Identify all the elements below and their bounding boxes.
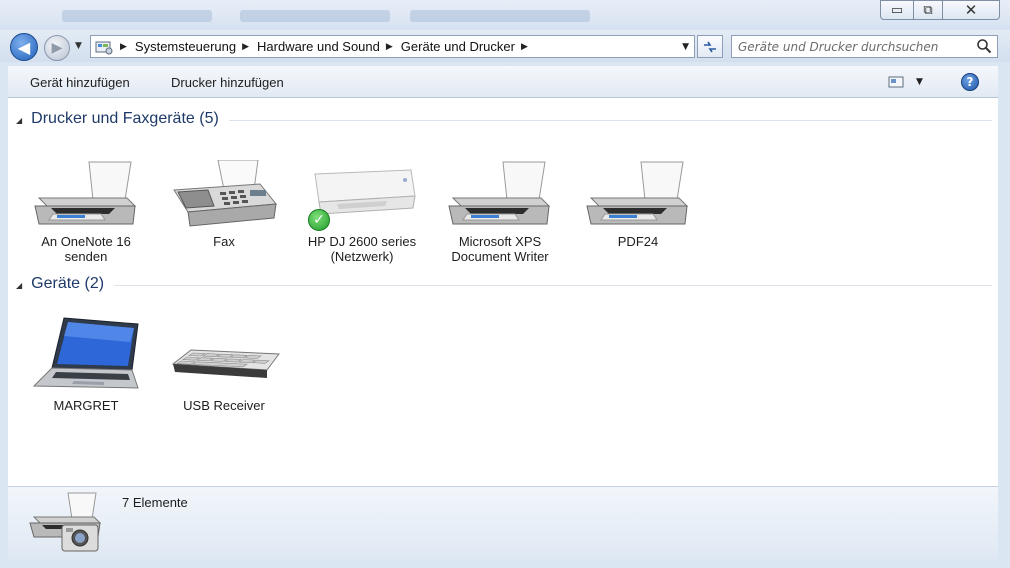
search-box[interactable] [731, 35, 998, 58]
add-device-button[interactable]: Gerät hinzufügen [30, 75, 130, 90]
address-bar[interactable]: ▶ Systemsteuerung ▶ Hardware und Sound ▶… [90, 35, 695, 58]
breadcrumb-systemsteuerung[interactable]: Systemsteuerung [135, 39, 236, 54]
refresh-icon [704, 41, 716, 52]
breadcrumb-separator-icon[interactable]: ▶ [120, 41, 127, 52]
device-pdf24[interactable]: PDF24 [579, 160, 697, 249]
maximize-button[interactable]: ⧉ [913, 0, 943, 20]
group-header-devices[interactable]: ◢ Geräte (2) [16, 275, 992, 293]
close-icon: ✕ [964, 1, 978, 19]
printer-icon [448, 161, 551, 225]
group-title: Geräte (2) [31, 275, 105, 292]
close-button[interactable]: ✕ [942, 0, 1000, 20]
device-label: USB Receiver [183, 398, 265, 413]
search-input[interactable] [738, 38, 973, 55]
blurred-taskbar-area [62, 10, 212, 22]
collapse-triangle-icon[interactable]: ◢ [16, 281, 22, 290]
laptop-icon [32, 317, 139, 389]
control-panel-icon [95, 41, 113, 54]
forward-arrow-icon: ▶ [51, 40, 63, 56]
group-divider [114, 284, 992, 286]
device-label: Fax [213, 234, 235, 249]
devices-view: ◢ Drucker und Faxgeräte (5) An OneNote 1… [8, 98, 998, 486]
minimize-button[interactable]: ▭ [880, 0, 914, 20]
navigation-bar: ◀ ▶ ▼ ▶ Systemsteuerung ▶ Hardware und S… [0, 30, 1010, 62]
printer-icon [34, 161, 137, 225]
device-usb-receiver[interactable]: USB Receiver [165, 316, 283, 413]
refresh-button[interactable] [697, 35, 723, 58]
forward-button[interactable]: ▶ [44, 35, 70, 61]
device-label: An OneNote 16 senden [41, 234, 131, 264]
device-onenote[interactable]: An OneNote 16 senden [27, 160, 145, 264]
fax-icon [173, 160, 277, 227]
device-label: Microsoft XPS Document Writer [451, 234, 549, 264]
devices-and-printers-icon [29, 492, 102, 552]
group-divider [228, 119, 992, 121]
device-label: PDF24 [617, 234, 659, 249]
printer-icon [586, 161, 689, 225]
collapse-triangle-icon[interactable]: ◢ [16, 116, 22, 125]
group-header-printers[interactable]: ◢ Drucker und Faxgeräte (5) [16, 110, 992, 128]
breadcrumb-geraete-und-drucker[interactable]: Geräte und Drucker [401, 39, 515, 54]
breadcrumb-hardware-und-sound[interactable]: Hardware und Sound [257, 39, 380, 54]
add-printer-button[interactable]: Drucker hinzufügen [171, 75, 284, 90]
minimize-icon: ▭ [890, 2, 904, 18]
group-title: Drucker und Faxgeräte (5) [31, 110, 219, 127]
blurred-taskbar-area [410, 10, 590, 22]
device-label: MARGRET [53, 398, 119, 413]
blurred-taskbar-area [240, 10, 390, 22]
keyboard-icon [171, 349, 280, 378]
address-history-dropdown-icon[interactable]: ▼ [682, 42, 689, 52]
help-icon: ? [966, 75, 974, 89]
recent-pages-dropdown-icon[interactable]: ▼ [75, 41, 82, 51]
device-microsoft-xps[interactable]: Microsoft XPS Document Writer [441, 160, 559, 264]
breadcrumb-separator-icon[interactable]: ▶ [521, 41, 528, 52]
details-pane: 7 Elemente [8, 486, 998, 559]
title-bar: ▭ ⧉ ✕ [0, 0, 1010, 30]
breadcrumb: ▶ Systemsteuerung ▶ Hardware und Sound ▶… [114, 39, 536, 54]
explorer-window: ▭ ⧉ ✕ ◀ ▶ ▼ ▶ Systemsteuerung ▶ Hardware… [0, 0, 1010, 568]
breadcrumb-separator-icon[interactable]: ▶ [242, 41, 249, 52]
default-printer-check-icon: ✓ [308, 209, 330, 231]
command-bar: Gerät hinzufügen Drucker hinzufügen ▼ ? [8, 66, 998, 98]
change-view-button[interactable]: ▼ [888, 74, 928, 90]
device-fax[interactable]: Fax [165, 160, 283, 249]
back-arrow-icon: ◀ [17, 37, 31, 57]
maximize-icon: ⧉ [923, 2, 933, 18]
back-button[interactable]: ◀ [10, 33, 38, 61]
item-count: 7 Elemente [122, 495, 188, 510]
search-icon[interactable] [976, 38, 992, 54]
help-button[interactable]: ? [961, 73, 979, 91]
breadcrumb-separator-icon[interactable]: ▶ [386, 41, 393, 52]
view-options-icon [888, 76, 904, 88]
device-label: HP DJ 2600 series (Netzwerk) [307, 234, 417, 264]
device-margret[interactable]: MARGRET [27, 316, 145, 413]
view-dropdown-icon[interactable]: ▼ [916, 77, 923, 87]
